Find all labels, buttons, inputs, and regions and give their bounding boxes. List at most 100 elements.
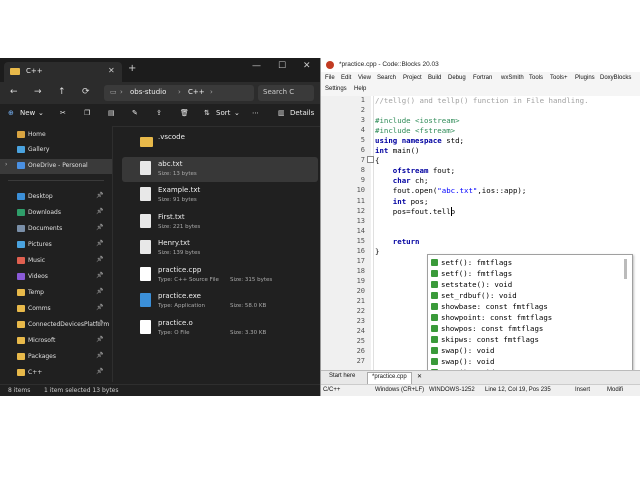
text-file-icon [140, 160, 151, 175]
menu-item[interactable]: Build [428, 75, 441, 81]
pin-icon: 📌 [96, 256, 104, 263]
menu-item[interactable]: Settings [325, 86, 347, 92]
sidebar-item[interactable]: › OneDrive - Personal [0, 159, 112, 174]
up-arrow-icon[interactable]: ↑ [58, 87, 66, 97]
chevron-right-icon[interactable]: › [5, 161, 7, 168]
menu-item[interactable]: Project [403, 75, 422, 81]
tab-cpp-folder[interactable]: C++ ✕ [4, 62, 122, 82]
autocomplete-item[interactable]: set_rdbuf(): void [429, 290, 629, 301]
autocomplete-item[interactable]: showpos: const fmtflags [429, 323, 629, 334]
list-item[interactable]: .vscode [122, 130, 318, 155]
menu-item[interactable]: Help [354, 86, 366, 92]
menu-item[interactable]: Edit [341, 75, 351, 81]
file-size: Size: 221 bytes [158, 223, 201, 230]
copy-icon[interactable]: ❐ [84, 109, 90, 117]
sidebar-item[interactable]: Downloads 📌 [0, 206, 112, 221]
sidebar-item[interactable]: Home [0, 128, 112, 143]
code-token: fout; [428, 166, 456, 176]
menu-item[interactable]: Fortran [473, 75, 492, 81]
sidebar-item[interactable]: Music 📌 [0, 254, 112, 269]
autocomplete-label: showpos: const fmtflags [441, 324, 544, 333]
code-line: #include <iostream> [375, 116, 460, 125]
sidebar-item[interactable]: Comms 📌 [0, 302, 112, 317]
autocomplete-item[interactable]: showbase: const fmtflags [429, 301, 629, 312]
text-file-icon [140, 240, 151, 254]
line-number: 27 [356, 357, 365, 366]
autocomplete-item[interactable]: swap(): void [429, 345, 629, 356]
autocomplete-item[interactable]: swap(): void [429, 356, 629, 367]
sidebar-item[interactable]: Microsoft 📌 [0, 334, 112, 349]
more-options-icon[interactable]: ⋯ [252, 109, 259, 117]
menu-item[interactable]: File [325, 75, 335, 81]
autocomplete-item[interactable]: skipws: const fmtflags [429, 334, 629, 345]
code-token: std; [441, 136, 464, 146]
status-line-endings: Windows (CR+LF) [375, 387, 425, 393]
menu-item[interactable]: wxSmith [501, 75, 524, 81]
menu-item[interactable]: Search [377, 75, 396, 81]
chevron-down-icon[interactable]: ⌄ [38, 109, 44, 117]
chevron-down-icon[interactable]: ⌄ [234, 109, 240, 117]
line-number-gutter: 1 2 3 4 5 6 7 8 9 10 11 12 13 14 15 16 17 18 19 20 21 22 23 24 2… [321, 96, 371, 370]
forward-arrow-icon[interactable]: → [34, 87, 42, 97]
paste-icon[interactable]: ▤ [108, 109, 115, 117]
sidebar-item[interactable]: Desktop 📌 [0, 190, 112, 205]
autocomplete-item[interactable]: setstate(): void [429, 279, 629, 290]
menu-item[interactable]: Plugins [575, 75, 595, 81]
list-item[interactable]: practice.o Type: O File Size: 3.30 KB [122, 316, 318, 341]
sidebar-item[interactable]: Pictures 📌 [0, 238, 112, 253]
code-line: return [375, 237, 420, 246]
sidebar-item[interactable]: C++ 📌 [0, 366, 112, 381]
list-item[interactable]: First.txt Size: 221 bytes [122, 210, 318, 235]
sidebar-item[interactable]: Videos 📌 [0, 270, 112, 285]
sidebar-item[interactable]: Temp 📌 [0, 286, 112, 301]
autocomplete-item[interactable]: showpoint: const fmtflags [429, 312, 629, 323]
search-input[interactable]: Search C [258, 85, 314, 101]
back-arrow-icon[interactable]: ← [10, 87, 18, 97]
refresh-icon[interactable]: ⟳ [82, 87, 90, 97]
code-token: #include <fstream> [375, 126, 456, 136]
fold-marker-icon[interactable] [367, 156, 374, 163]
sidebar-item[interactable]: Packages 📌 [0, 350, 112, 365]
autocomplete-item[interactable]: setf(): fmtflags [429, 257, 629, 268]
breadcrumb-cpp[interactable]: C++ [188, 88, 205, 96]
delete-icon[interactable]: 🗑 [180, 109, 189, 117]
details-button[interactable]: Details [290, 109, 314, 117]
rename-icon[interactable]: ✎ [132, 109, 138, 117]
list-item[interactable]: practice.exe Type: Application Size: 58.0 … [122, 289, 318, 314]
autocomplete-label: swap(): void [441, 346, 495, 355]
menu-item[interactable]: DoxyBlocks [600, 75, 631, 81]
menu-item[interactable]: Debug [448, 75, 466, 81]
cut-icon[interactable]: ✂ [60, 109, 66, 117]
code-editor[interactable]: 1 2 3 4 5 6 7 8 9 10 11 12 13 14 15 16 17 18 19 20 21 22 23 24 2… [321, 96, 640, 396]
menu-item[interactable]: View [358, 75, 371, 81]
line-number: 15 [356, 236, 365, 245]
member-icon [431, 270, 438, 277]
menu-item[interactable]: Tools+ [550, 75, 568, 81]
list-item[interactable]: Henry.txt Size: 139 bytes [122, 236, 318, 261]
new-button[interactable]: New [20, 109, 35, 117]
pin-icon: 📌 [96, 272, 104, 279]
new-tab-button[interactable]: + [128, 63, 136, 74]
file-name: practice.o [158, 318, 193, 327]
menu-item[interactable]: Tools [529, 75, 543, 81]
sidebar-item[interactable]: Documents 📌 [0, 222, 112, 237]
list-item[interactable]: Example.txt Size: 91 bytes [122, 183, 318, 208]
sidebar-item[interactable]: ConnectedDevicesPlatform 📌 [0, 318, 112, 333]
sidebar-item[interactable]: Gallery [0, 143, 112, 158]
maximize-button[interactable]: ☐ [278, 61, 286, 71]
folder-icon [17, 337, 25, 344]
breadcrumb[interactable]: ▭ › obs-studio › C++ › [104, 85, 254, 101]
folder-icon [17, 369, 25, 376]
list-item[interactable]: practice.cpp Type: C++ Source File Size: 3… [122, 263, 318, 288]
close-window-button[interactable]: ✕ [303, 61, 311, 71]
share-icon[interactable]: ⇪ [156, 109, 162, 117]
tab-close-icon[interactable]: ✕ [108, 66, 115, 75]
code-line: using namespace std; [375, 136, 464, 145]
autocomplete-label: setstate(): void [441, 280, 513, 289]
breadcrumb-obs-studio[interactable]: obs-studio [130, 88, 166, 96]
breadcrumb-separator: › [178, 88, 181, 96]
sort-button[interactable]: Sort [216, 109, 230, 117]
autocomplete-item[interactable]: setf(): fmtflags [429, 268, 629, 279]
minimize-button[interactable]: — [252, 61, 261, 71]
list-item[interactable]: abc.txt Size: 13 bytes [122, 156, 318, 182]
